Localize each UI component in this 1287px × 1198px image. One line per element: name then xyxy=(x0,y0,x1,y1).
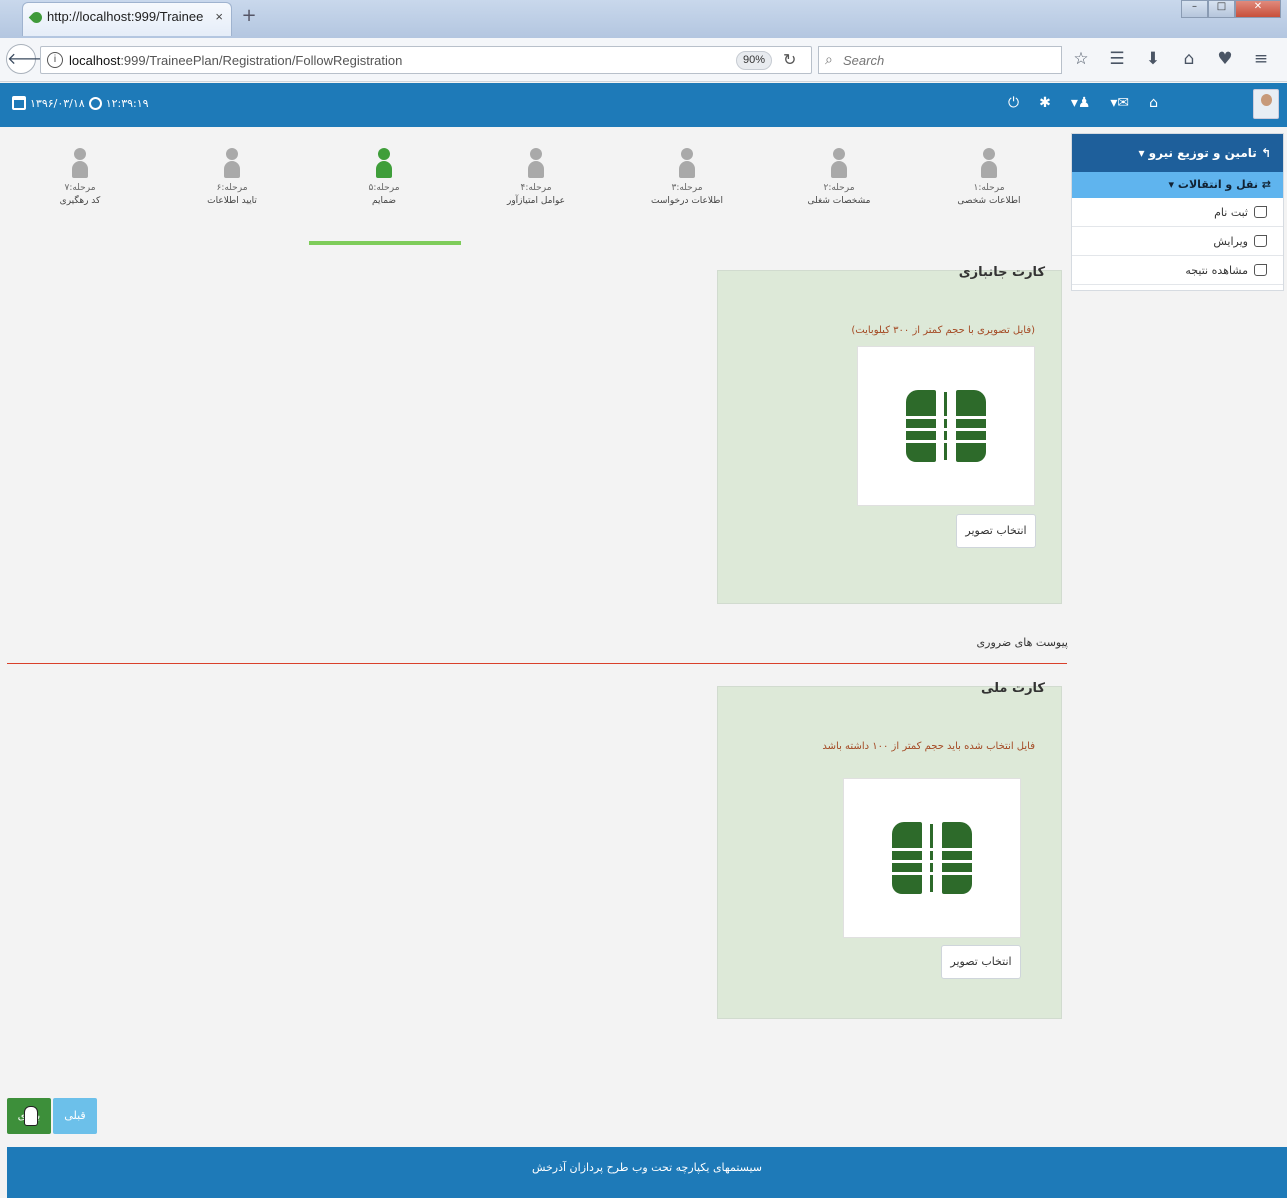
hand-pointer-icon xyxy=(1254,206,1267,218)
reload-icon[interactable]: ↻ xyxy=(783,50,796,70)
wizard-step-7[interactable]: مرحله:۷ کد رهگیری xyxy=(5,148,155,206)
step-label: تایید اطلاعات xyxy=(207,196,257,206)
step-label: اطلاعات شخصی xyxy=(957,196,1021,206)
wizard-step-5[interactable]: مرحله:۵ ضمایم xyxy=(309,148,459,206)
step-number: مرحله:۳ xyxy=(671,183,703,193)
url-text[interactable]: localhost:999/TraineePlan/Registration/F… xyxy=(69,53,402,68)
sidebar-item-label: ثبت نام xyxy=(1214,206,1248,219)
current-time: ۱۲:۳۹:۱۹ xyxy=(105,96,149,110)
info-icon[interactable]: i xyxy=(47,52,63,68)
bookmark-star-icon[interactable]: ☆ xyxy=(1070,48,1092,70)
select-image-button[interactable]: انتخاب تصویر xyxy=(956,514,1036,548)
app-header: ۱۳۹۶/۰۳/۱۸ ۱۲:۳۹:۱۹ ⏻ ✱ ▾♟ ▾✉ ⌂ xyxy=(0,83,1287,127)
card-title: کارت ملی xyxy=(980,681,1045,696)
zoom-level[interactable]: 90% xyxy=(736,51,772,70)
power-icon[interactable]: ⏻ xyxy=(1008,95,1019,111)
sidebar: ↰ تامین و توزیع نیرو ▾ ⇄ نقل و انتقالات … xyxy=(1071,133,1284,291)
calendar-icon xyxy=(12,96,26,110)
user-icon xyxy=(528,148,544,178)
user-icon xyxy=(376,148,392,178)
upload-card-veteran: کارت جانبازی (فایل تصویری با حجم کمتر از… xyxy=(717,265,1062,604)
wizard-steps: مرحله:۱ اطلاعات شخصی مرحله:۲ مشخصات شغلی… xyxy=(0,148,1060,248)
user-avatar[interactable] xyxy=(1253,89,1279,119)
search-box[interactable]: ⌕ xyxy=(818,46,1062,74)
org-logo-icon xyxy=(890,822,974,894)
date-time: ۱۳۹۶/۰۳/۱۸ ۱۲:۳۹:۱۹ xyxy=(12,96,149,110)
sidebar-item-edit[interactable]: ویرایش xyxy=(1072,227,1283,256)
pocket-icon[interactable]: ♥ xyxy=(1214,48,1236,70)
step-number: مرحله:۷ xyxy=(64,183,96,193)
image-preview xyxy=(843,778,1021,938)
user-icon xyxy=(224,148,240,178)
browser-tab-bar: http://localhost:999/Trainee × + – □ ✕ xyxy=(0,0,1287,38)
org-logo-icon xyxy=(904,390,988,462)
user-icon xyxy=(831,148,847,178)
search-input[interactable] xyxy=(843,51,1053,69)
sidebar-header[interactable]: ↰ تامین و توزیع نیرو ▾ xyxy=(1072,134,1283,172)
section-divider xyxy=(7,663,1067,664)
card-title: کارت جانبازی xyxy=(958,265,1045,280)
download-icon[interactable]: ⬇ xyxy=(1142,48,1164,70)
user-icon xyxy=(981,148,997,178)
menu-icon[interactable]: ≡ xyxy=(1250,48,1272,70)
sidebar-item-register[interactable]: ثبت نام xyxy=(1072,198,1283,227)
browser-tab[interactable]: http://localhost:999/Trainee × xyxy=(22,2,232,36)
hand-pointer-icon xyxy=(1254,235,1267,247)
home-icon[interactable]: ⌂ xyxy=(1149,95,1158,111)
header-icons: ⏻ ✱ ▾♟ ▾✉ ⌂ xyxy=(1008,95,1158,111)
window-controls: – □ ✕ xyxy=(1181,0,1281,18)
upload-card-national-id: کارت ملی فایل انتخاب شده باید حجم کمتر ا… xyxy=(717,681,1062,1019)
card-note: فایل انتخاب شده باید حجم کمتر از ۱۰۰ داش… xyxy=(822,741,1035,752)
home-icon[interactable]: ⌂ xyxy=(1178,48,1200,70)
settings-gear-icon[interactable]: ✱ xyxy=(1039,95,1051,111)
step-number: مرحله:۱ xyxy=(973,183,1005,193)
step-label: ضمایم xyxy=(371,196,397,206)
step-label: عوامل امتیازآور xyxy=(506,196,566,206)
back-button[interactable]: 🡐 xyxy=(6,44,50,74)
clock-icon xyxy=(88,96,102,110)
messages-envelope-icon[interactable]: ▾✉ xyxy=(1110,95,1129,111)
favicon-icon xyxy=(28,9,45,26)
sidebar-item-label: ویرایش xyxy=(1213,235,1248,248)
notifications-bell-icon[interactable]: ▾♟ xyxy=(1071,95,1091,111)
new-tab-button[interactable]: + xyxy=(238,5,260,27)
step-label: کد رهگیری xyxy=(59,196,101,206)
sidebar-section[interactable]: ⇄ نقل و انتقالات ▾ xyxy=(1072,172,1283,198)
reading-list-icon[interactable]: ☰ xyxy=(1106,48,1128,70)
wizard-step-4[interactable]: مرحله:۴ عوامل امتیازآور xyxy=(461,148,611,206)
hand-pointer-icon xyxy=(1254,264,1267,276)
step-number: مرحله:۶ xyxy=(216,183,248,193)
maximize-button[interactable]: □ xyxy=(1208,0,1235,18)
step-label: مشخصات شغلی xyxy=(807,196,871,206)
hand-cursor-icon xyxy=(24,1106,38,1126)
tab-close-icon[interactable]: × xyxy=(215,9,223,24)
browser-navbar: 🡐 i localhost:999/TraineePlan/Registrati… xyxy=(0,38,1287,82)
tab-title: http://localhost:999/Trainee xyxy=(47,9,204,24)
step-number: مرحله:۴ xyxy=(520,183,552,193)
page-footer: سیستمهای یکپارچه تحت وب طرح پردازان آذرخ… xyxy=(7,1147,1287,1198)
search-icon: ⌕ xyxy=(825,51,833,67)
wizard-step-6[interactable]: مرحله:۶ تایید اطلاعات xyxy=(157,148,307,206)
select-image-button[interactable]: انتخاب تصویر xyxy=(941,945,1021,979)
section-title: پیوست های ضروری xyxy=(976,636,1068,649)
active-step-indicator xyxy=(309,241,461,245)
address-bar[interactable]: i localhost:999/TraineePlan/Registration… xyxy=(40,46,812,74)
user-icon xyxy=(679,148,695,178)
minimize-button[interactable]: – xyxy=(1181,0,1208,18)
wizard-step-1[interactable]: مرحله:۱ اطلاعات شخصی xyxy=(914,148,1064,206)
wizard-step-2[interactable]: مرحله:۲ مشخصات شغلی xyxy=(764,148,914,206)
browser-toolbar: ☆ ☰ ⬇ ⌂ ♥ ≡ xyxy=(1070,48,1272,70)
step-number: مرحله:۲ xyxy=(823,183,855,193)
window-close-button[interactable]: ✕ xyxy=(1235,0,1281,18)
image-preview xyxy=(857,346,1035,506)
step-number: مرحله:۵ xyxy=(368,183,400,193)
card-note: (فایل تصویری با حجم کمتر از ۳۰۰ کیلوبایت… xyxy=(851,325,1035,336)
sidebar-item-label: مشاهده نتیجه xyxy=(1185,264,1248,277)
sidebar-item-view-result[interactable]: مشاهده نتیجه xyxy=(1072,256,1283,285)
step-label: اطلاعات درخواست xyxy=(651,196,723,206)
current-date: ۱۳۹۶/۰۳/۱۸ xyxy=(30,96,85,110)
previous-button[interactable]: قبلی xyxy=(53,1098,97,1134)
wizard-step-3[interactable]: مرحله:۳ اطلاعات درخواست xyxy=(612,148,762,206)
user-icon xyxy=(72,148,88,178)
